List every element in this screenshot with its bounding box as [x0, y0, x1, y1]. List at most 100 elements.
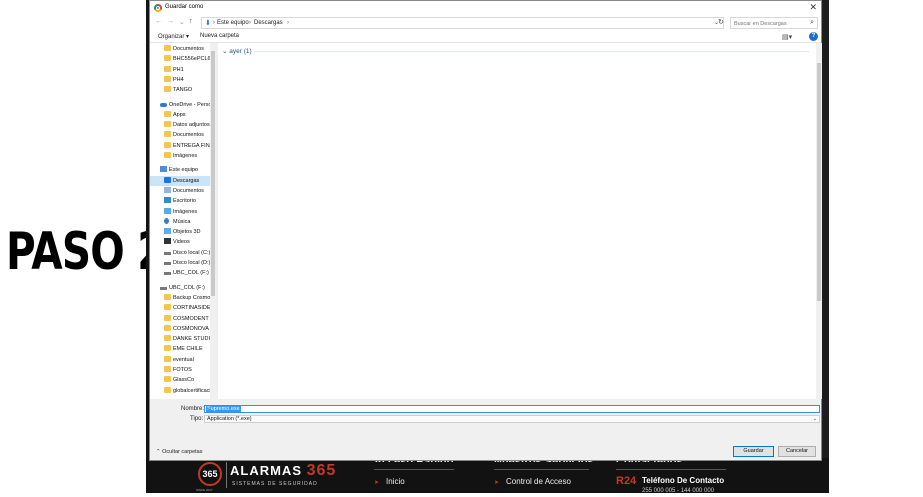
r24-logo: R24 [616, 475, 637, 487]
nav-item[interactable]: UBC_COL (F:) [150, 268, 210, 278]
navigation-pane: Documentos BHC556ePCL6W PH1 PH4 TANGO OneDriv… [150, 43, 216, 399]
nav-item[interactable]: FOTOS [150, 365, 210, 375]
nav-item[interactable]: CORTINASIDEAR [150, 303, 210, 313]
nav-item-label: Disco local (C:) [173, 249, 210, 256]
footer-link-control-acceso[interactable]: Control de Acceso [494, 477, 571, 486]
chrome-icon [154, 4, 162, 12]
logo-tagline: SINCE 2017 [196, 488, 213, 492]
file-list-scrollbar[interactable] [816, 43, 822, 399]
nav-item[interactable]: GlassCo [150, 375, 210, 385]
nav-item[interactable]: BHC556ePCL6W [150, 54, 210, 64]
view-options-icon[interactable]: ▤▾ [782, 33, 792, 41]
folder-icon [164, 335, 171, 342]
nav-item[interactable]: globalcertificaci [150, 386, 210, 396]
dialog-title: Guardar como [165, 4, 204, 10]
nav-item[interactable]: Documentos [150, 130, 210, 140]
nav-scrollbar[interactable] [210, 43, 216, 399]
nav-item-label: FOTOS [173, 367, 192, 373]
file-type-select[interactable]: Application (*.exe) ⌄ [204, 415, 820, 423]
folder-icon [164, 366, 171, 372]
folder-icon [164, 345, 171, 352]
website-edge [822, 0, 829, 493]
footer-divider [494, 469, 589, 470]
nav-item[interactable]: Objetos 3D [150, 227, 210, 237]
address-bar[interactable]: ⬇ › Este equipo › Descargas › ⌄ [201, 17, 724, 29]
logo-badge: 365 [198, 462, 222, 486]
nav-item[interactable]: Disco local (C:) [150, 248, 210, 258]
nav-item[interactable]: Imágenes [150, 151, 210, 161]
nav-item[interactable]: Descargas [150, 175, 210, 186]
nav-item-label: Backup Cosmon [173, 294, 210, 301]
drive-icon [164, 262, 171, 265]
help-icon[interactable]: ? [809, 32, 818, 41]
nav-item[interactable]: TANGO [150, 85, 210, 95]
file-name-field[interactable]: Supremo.exe ⌄ [204, 405, 820, 413]
folder-icon [164, 304, 171, 311]
nav-item[interactable]: ENTREGA FINAL [150, 141, 210, 151]
nav-item[interactable]: Datos adjuntos [150, 120, 210, 130]
nav-item[interactable]: Apps [150, 110, 210, 120]
nav-scrollbar-thumb[interactable] [211, 51, 215, 296]
nav-item[interactable]: eventual [150, 355, 210, 365]
command-bar: Organizar ▾ Nueva carpeta ▤▾ ? [150, 31, 821, 43]
nav-item-label: Objetos 3D [173, 229, 201, 236]
nav-item[interactable]: OneDrive - Person [150, 100, 210, 110]
forward-arrow-icon[interactable]: → [167, 18, 174, 25]
file-list-scrollbar-thumb[interactable] [817, 63, 821, 301]
nav-item-label: Documentos [173, 46, 204, 52]
brand-subtitle: SISTEMAS DE SEGURIDAD [232, 481, 318, 487]
nav-item[interactable]: EME CHILE [150, 344, 210, 354]
organize-button[interactable]: Organizar ▾ [158, 33, 189, 40]
folder-icon [164, 86, 171, 93]
nav-item-label: Datos adjuntos [173, 122, 210, 129]
nav-item[interactable]: PH4 [150, 75, 210, 85]
chevron-down-icon[interactable]: ⌄ [206, 406, 817, 412]
website-footer: 365 SINCE 2017 ALARMAS 365 SISTEMAS DE S… [146, 456, 829, 494]
drive-icon [164, 251, 171, 255]
new-folder-button[interactable]: Nueva carpeta [200, 33, 239, 39]
nav-item[interactable]: COSMODENT [150, 314, 210, 324]
back-arrow-icon[interactable]: ← [155, 18, 162, 25]
logo-divider [226, 462, 227, 488]
group-header-label: ayer (1) [229, 48, 252, 55]
nav-item[interactable]: Disco local (D:) [150, 258, 210, 268]
search-input[interactable] [734, 19, 804, 28]
nav-item[interactable]: Documentos [150, 186, 210, 196]
search-icon: ⌕ [810, 19, 814, 26]
file-type-value: Application (*.exe) [207, 416, 252, 422]
nav-item[interactable]: Backup Cosmon [150, 293, 210, 303]
nav-item[interactable]: Imágenes [150, 207, 210, 217]
nav-item[interactable]: DANKE STUDIO [150, 334, 210, 344]
close-icon[interactable]: ✕ [809, 2, 817, 13]
pictures-icon [164, 207, 171, 214]
refresh-icon[interactable]: ↻ [718, 18, 724, 26]
nav-item[interactable]: Música [150, 217, 210, 227]
nav-item[interactable]: PH1 [150, 65, 210, 75]
up-arrow-icon[interactable]: ↑ [189, 18, 193, 25]
nav-item[interactable]: UBC_COL (F:) [150, 283, 210, 293]
folder-icon [164, 355, 171, 362]
search-box[interactable]: ⌕ [730, 17, 818, 29]
breadcrumb-este-equipo[interactable]: Este equipo [217, 20, 249, 26]
cancel-button[interactable]: Cancelar [778, 446, 816, 457]
nav-item-label: UBC_COL (F:) [173, 270, 209, 277]
save-button[interactable]: Guardar [733, 446, 774, 457]
breadcrumb-descargas[interactable]: Descargas [254, 20, 283, 26]
nav-item-label: DANKE STUDIO [173, 336, 210, 343]
nav-item[interactable]: COSMONOVA [150, 324, 210, 334]
type-label: Tipo: [190, 416, 204, 422]
nav-item-label: globalcertificaci [173, 387, 210, 394]
drive-icon [164, 272, 171, 276]
group-header[interactable]: ⌄ ayer (1) [222, 47, 252, 55]
nav-item-label: EME CHILE [173, 346, 203, 353]
recent-chevron-icon[interactable]: ⌄ [179, 18, 185, 26]
nav-item-label: eventual [173, 356, 194, 363]
nav-item[interactable]: Videos [150, 237, 210, 247]
nav-item[interactable]: Escritorio [150, 196, 210, 206]
footer-link-inicio[interactable]: Inicio [374, 477, 405, 486]
music-icon [164, 217, 169, 224]
nav-item[interactable]: Este equipo [150, 165, 210, 175]
nav-item[interactable]: Documentos [150, 44, 210, 54]
file-list[interactable]: ⌄ ayer (1) [218, 43, 816, 399]
hide-folders-toggle[interactable]: ⌃ Ocultar carpetas [156, 449, 203, 455]
